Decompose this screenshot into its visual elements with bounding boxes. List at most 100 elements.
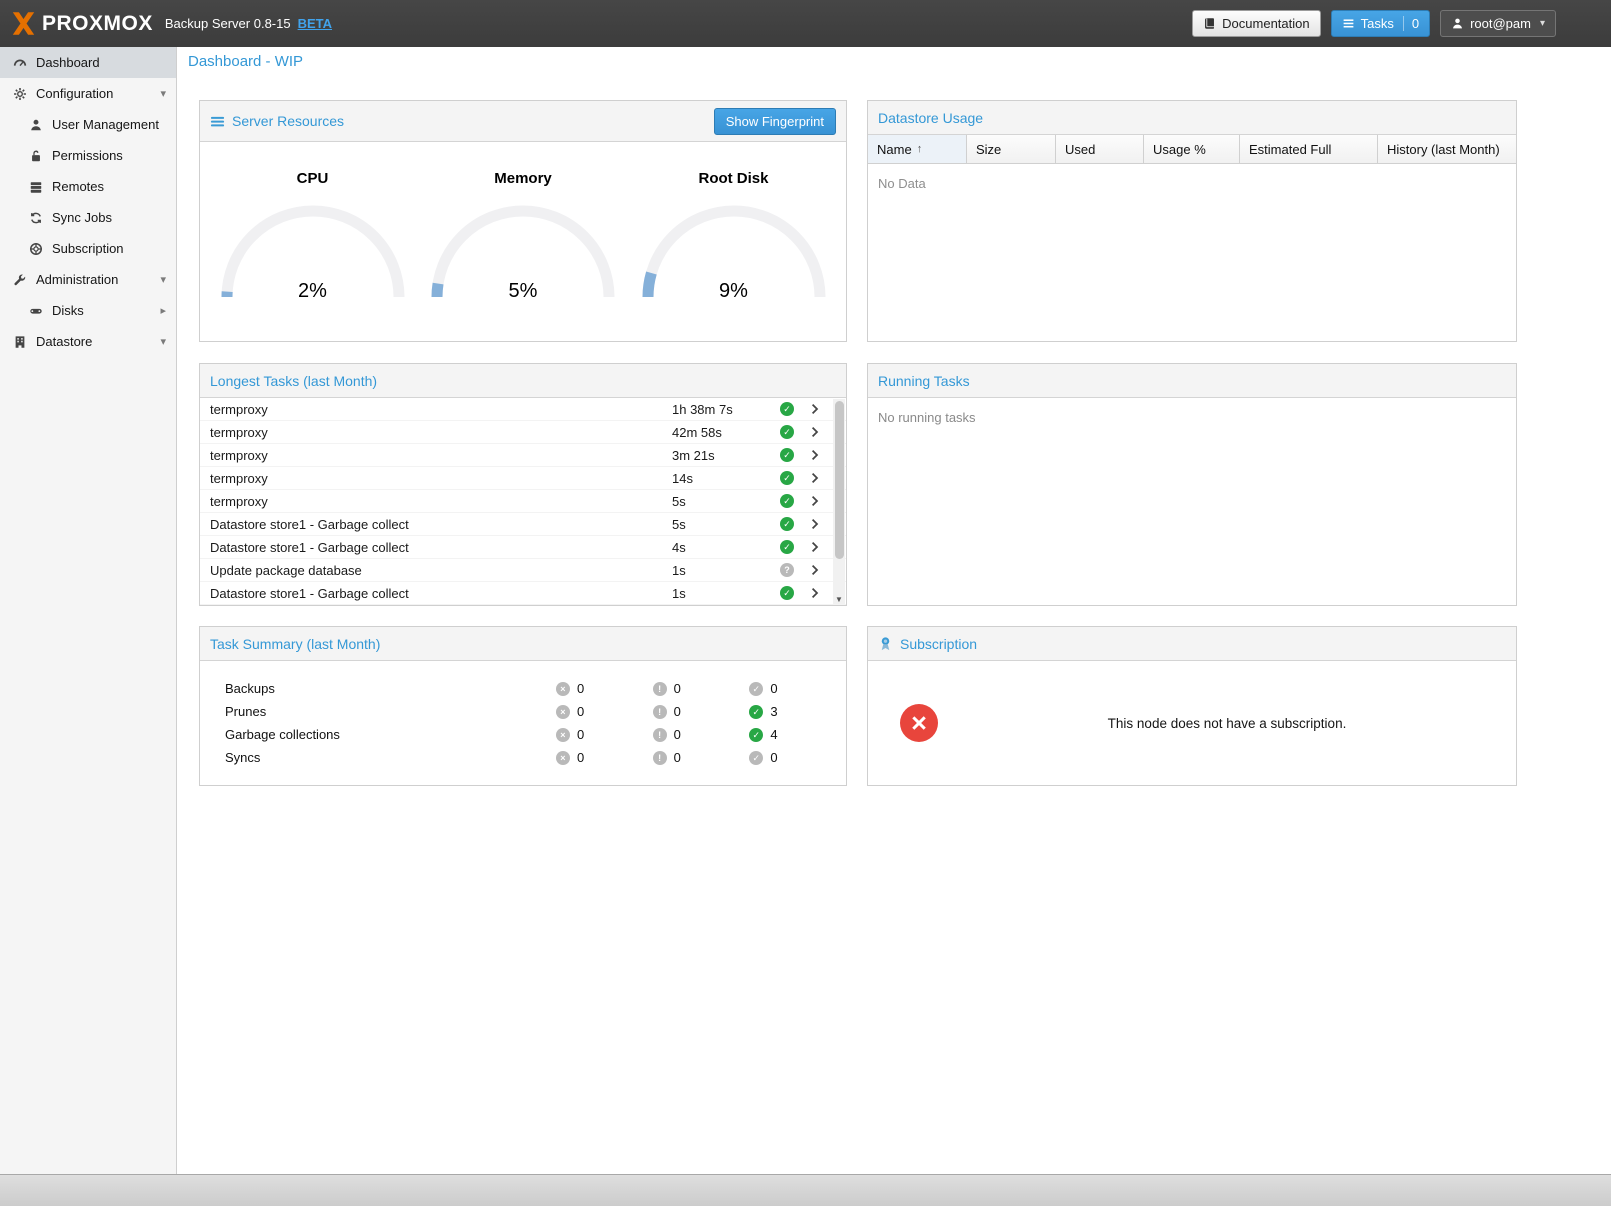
sidebar-item-administration[interactable]: Administration ▾ [0,264,176,295]
user-icon [1451,17,1464,30]
sidebar-item-configuration[interactable]: Configuration ▾ [0,78,176,109]
show-fingerprint-button[interactable]: Show Fingerprint [714,108,836,135]
gauges-container: CPU2%Memory5%Root Disk9% [200,142,846,303]
documentation-button[interactable]: Documentation [1192,10,1320,37]
task-row[interactable]: Datastore store1 - Garbage collect4s✓ [200,536,846,559]
user-icon [28,118,44,132]
sidebar: Dashboard Configuration ▾ User ManagementPe… [0,47,177,1174]
longest-tasks-panel: Longest Tasks (last Month) termproxy1h 3… [199,363,847,606]
chevron-right-icon[interactable] [802,587,828,599]
sidebar-item-subscription[interactable]: Subscription [0,233,176,264]
task-name: Datastore store1 - Garbage collect [200,540,672,555]
scrollbar-down-arrow[interactable]: ▼ [833,595,845,604]
chevron-right-icon[interactable] [802,426,828,438]
chevron-right-icon[interactable] [802,495,828,507]
column-header-used[interactable]: Used [1056,135,1144,163]
task-row[interactable]: termproxy1h 38m 7s✓ [200,398,846,421]
task-row[interactable]: Datastore store1 - Garbage collect1s✓ [200,582,846,605]
column-header-history-last-month[interactable]: History (last Month) [1378,135,1516,163]
task-row[interactable]: Update package database1s? [200,559,846,582]
chevron-right-icon[interactable] [802,518,828,530]
task-type-label: Syncs [225,750,556,765]
gauge-arc: 2% [215,199,411,303]
sidebar-item-dashboard[interactable]: Dashboard [0,47,176,78]
sidebar-item-user-management[interactable]: User Management [0,109,176,140]
error-count: ×0 [556,727,653,742]
task-name: termproxy [200,471,672,486]
task-duration: 4s [672,540,772,555]
sidebar-item-permissions[interactable]: Permissions [0,140,176,171]
warning-count: !0 [653,727,750,742]
gauge-arc: 9% [636,199,832,303]
sidebar-item-label: Configuration [36,86,113,101]
sidebar-item-sync-jobs[interactable]: Sync Jobs [0,202,176,233]
documentation-label: Documentation [1222,16,1309,31]
chevron-right-icon[interactable] [802,449,828,461]
ok-icon: ✓ [749,728,763,742]
tasks-button[interactable]: Tasks 0 [1331,10,1430,37]
sidebar-item-label: Sync Jobs [52,210,112,225]
logo-text: PROXMOX [42,12,153,36]
longest-tasks-list: termproxy1h 38m 7s✓termproxy42m 58s✓term… [200,398,846,606]
chevron-right-icon[interactable]: ▸ [160,304,166,317]
sync-icon [28,211,44,225]
beta-link[interactable]: BETA [298,16,332,31]
no-subscription-icon: × [900,704,938,742]
sidebar-item-label: Remotes [52,179,104,194]
chevron-down-icon[interactable]: ▾ [160,87,166,100]
product-version: Backup Server 0.8-15 [165,16,291,31]
error-icon: × [556,751,570,765]
task-row[interactable]: Datastore store1 - Garbage collect5s✓ [200,513,846,536]
running-tasks-panel: Running Tasks No running tasks [867,363,1517,606]
column-header-usage[interactable]: Usage % [1144,135,1240,163]
gauge-arc: 5% [425,199,621,303]
task-list-icon [1342,17,1355,30]
chevron-right-icon[interactable] [802,403,828,415]
task-duration: 14s [672,471,772,486]
error-icon: × [556,705,570,719]
ok-icon: ✓ [749,682,763,696]
building-icon [12,335,28,349]
sidebar-item-datastore[interactable]: Datastore▾ [0,326,176,357]
column-label: History (last Month) [1387,142,1500,157]
chevron-right-icon[interactable] [802,564,828,576]
warning-icon: ! [653,682,667,696]
error-count: ×0 [556,750,653,765]
task-row[interactable]: termproxy3m 21s✓ [200,444,846,467]
sidebar-item-label: Disks [52,303,84,318]
sort-asc-icon: ↑ [917,143,923,155]
running-tasks-empty-text: No running tasks [868,398,1516,437]
chevron-down-icon[interactable]: ▾ [160,273,166,286]
server-resources-panel: Server Resources Show Fingerprint CPU2%M… [199,100,847,342]
life-ring-icon [28,242,44,256]
column-header-name[interactable]: Name↑ [868,135,967,163]
task-duration: 3m 21s [672,448,772,463]
proxmox-logo: PROXMOX [10,10,153,37]
subscription-header: Subscription [868,627,1516,661]
server-icon [28,180,44,194]
server-resources-icon [210,114,225,129]
sidebar-item-disks[interactable]: Disks ▸ [0,295,176,326]
sidebar-item-label: Subscription [52,241,124,256]
task-row[interactable]: termproxy42m 58s✓ [200,421,846,444]
task-ok-icon: ✓ [772,448,802,462]
gauge-label: CPU [215,170,411,187]
task-row[interactable]: termproxy5s✓ [200,490,846,513]
task-duration: 1h 38m 7s [672,402,772,417]
ok-icon: ✓ [749,751,763,765]
column-header-estimated-full[interactable]: Estimated Full [1240,135,1378,163]
proxmox-x-icon [10,10,37,37]
scrollbar-thumb[interactable] [835,401,844,559]
user-menu-button[interactable]: root@pam ▾ [1440,10,1556,37]
chevron-right-icon[interactable] [802,541,828,553]
subscription-body: × This node does not have a subscription… [868,661,1516,785]
scrollbar[interactable]: ▼ [833,399,845,604]
sidebar-item-label: Administration [36,272,118,287]
chevron-right-icon[interactable] [802,472,828,484]
column-header-size[interactable]: Size [967,135,1056,163]
task-row[interactable]: termproxy14s✓ [200,467,846,490]
task-summary-body: Backups×0!0✓0Prunes×0!0✓3Garbage collect… [200,661,846,769]
task-ok-icon: ✓ [772,471,802,485]
chevron-down-icon[interactable]: ▾ [160,335,166,348]
sidebar-item-remotes[interactable]: Remotes [0,171,176,202]
